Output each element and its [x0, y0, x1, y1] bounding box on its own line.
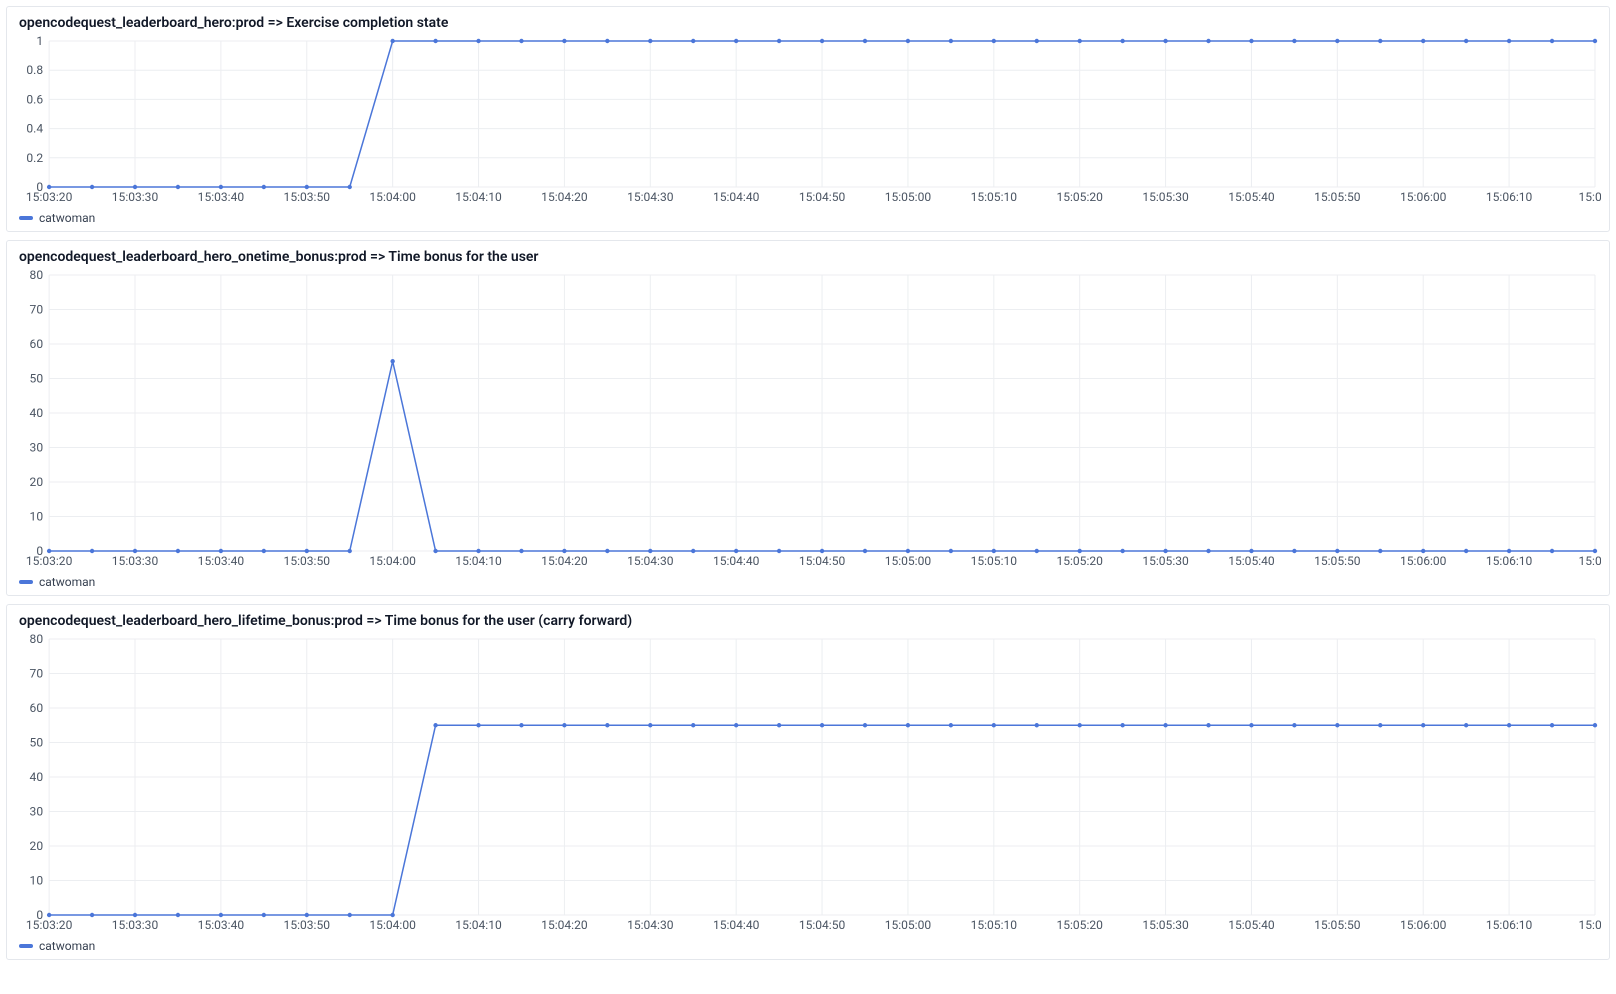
svg-text:15:03:30: 15:03:30 — [112, 918, 159, 932]
svg-text:15:05:20: 15:05:20 — [1056, 190, 1103, 204]
svg-text:15:04:30: 15:04:30 — [627, 918, 674, 932]
svg-text:30: 30 — [30, 805, 44, 819]
svg-text:15:04:50: 15:04:50 — [799, 554, 846, 568]
svg-text:15:04:00: 15:04:00 — [369, 554, 416, 568]
svg-text:15:05:40: 15:05:40 — [1228, 918, 1275, 932]
svg-text:70: 70 — [30, 303, 44, 317]
legend[interactable]: catwoman — [15, 937, 1601, 955]
svg-text:15:04:00: 15:04:00 — [369, 918, 416, 932]
svg-text:30: 30 — [30, 441, 44, 455]
panel-title: opencodequest_leaderboard_hero:prod => E… — [15, 13, 1601, 35]
svg-text:15:05:50: 15:05:50 — [1314, 190, 1361, 204]
svg-text:0.2: 0.2 — [26, 151, 43, 165]
legend-swatch-icon — [19, 216, 33, 220]
svg-text:40: 40 — [30, 770, 44, 784]
svg-text:15:05:50: 15:05:50 — [1314, 918, 1361, 932]
panel-lifetime[interactable]: opencodequest_leaderboard_hero_lifetime_… — [6, 604, 1610, 960]
svg-text:20: 20 — [30, 475, 44, 489]
svg-text:15:04:40: 15:04:40 — [713, 918, 760, 932]
svg-text:80: 80 — [30, 633, 44, 646]
svg-text:15:04:20: 15:04:20 — [541, 554, 588, 568]
svg-text:15:03:50: 15:03:50 — [284, 554, 331, 568]
legend[interactable]: catwoman — [15, 209, 1601, 227]
svg-text:15:06:10: 15:06:10 — [1486, 190, 1533, 204]
svg-text:50: 50 — [30, 736, 44, 750]
svg-text:15:04:30: 15:04:30 — [627, 554, 674, 568]
svg-text:15:06:: 15:06: — [1579, 918, 1601, 932]
svg-text:15:04:40: 15:04:40 — [713, 190, 760, 204]
svg-text:15:05:20: 15:05:20 — [1056, 918, 1103, 932]
panel-hero[interactable]: opencodequest_leaderboard_hero:prod => E… — [6, 6, 1610, 232]
panel-title: opencodequest_leaderboard_hero_onetime_b… — [15, 247, 1601, 269]
svg-text:15:03:30: 15:03:30 — [112, 554, 159, 568]
svg-text:15:06:10: 15:06:10 — [1486, 554, 1533, 568]
svg-text:15:03:20: 15:03:20 — [26, 190, 73, 204]
svg-text:15:05:50: 15:05:50 — [1314, 554, 1361, 568]
svg-text:15:06:: 15:06: — [1579, 554, 1601, 568]
dashboard: opencodequest_leaderboard_hero:prod => E… — [0, 0, 1616, 966]
svg-text:20: 20 — [30, 839, 44, 853]
legend[interactable]: catwoman — [15, 573, 1601, 591]
svg-text:15:03:40: 15:03:40 — [198, 918, 245, 932]
svg-text:10: 10 — [30, 874, 44, 888]
svg-text:15:04:20: 15:04:20 — [541, 918, 588, 932]
svg-text:0.8: 0.8 — [26, 63, 43, 77]
svg-text:15:05:30: 15:05:30 — [1142, 918, 1189, 932]
svg-text:15:03:20: 15:03:20 — [26, 554, 73, 568]
legend-label: catwoman — [39, 575, 95, 589]
svg-text:15:03:40: 15:03:40 — [198, 190, 245, 204]
svg-text:15:05:40: 15:05:40 — [1228, 554, 1275, 568]
legend-label: catwoman — [39, 939, 95, 953]
svg-text:60: 60 — [30, 701, 44, 715]
svg-text:15:04:20: 15:04:20 — [541, 190, 588, 204]
legend-label: catwoman — [39, 211, 95, 225]
svg-text:15:04:30: 15:04:30 — [627, 190, 674, 204]
svg-text:15:05:10: 15:05:10 — [971, 190, 1018, 204]
panel-onetime[interactable]: opencodequest_leaderboard_hero_onetime_b… — [6, 240, 1610, 596]
legend-swatch-icon — [19, 944, 33, 948]
svg-text:10: 10 — [30, 510, 44, 524]
svg-text:70: 70 — [30, 667, 44, 681]
svg-text:15:04:50: 15:04:50 — [799, 918, 846, 932]
svg-text:15:06:10: 15:06:10 — [1486, 918, 1533, 932]
legend-swatch-icon — [19, 580, 33, 584]
svg-text:15:04:00: 15:04:00 — [369, 190, 416, 204]
svg-text:15:05:10: 15:05:10 — [971, 918, 1018, 932]
svg-text:15:05:00: 15:05:00 — [885, 918, 932, 932]
svg-text:15:03:50: 15:03:50 — [284, 190, 331, 204]
chart-area[interactable]: 00.20.40.60.8115:03:2015:03:3015:03:4015… — [15, 35, 1601, 209]
svg-text:15:03:50: 15:03:50 — [284, 918, 331, 932]
svg-text:40: 40 — [30, 406, 44, 420]
svg-text:15:04:10: 15:04:10 — [455, 554, 502, 568]
svg-text:15:06:00: 15:06:00 — [1400, 190, 1447, 204]
chart-area[interactable]: 0102030405060708015:03:2015:03:3015:03:4… — [15, 633, 1601, 937]
svg-text:15:06:00: 15:06:00 — [1400, 918, 1447, 932]
svg-text:80: 80 — [30, 269, 44, 282]
svg-text:50: 50 — [30, 372, 44, 386]
svg-text:15:05:40: 15:05:40 — [1228, 190, 1275, 204]
svg-text:1: 1 — [36, 35, 43, 48]
svg-text:0.6: 0.6 — [26, 92, 43, 106]
svg-text:15:05:00: 15:05:00 — [885, 554, 932, 568]
svg-text:15:04:40: 15:04:40 — [713, 554, 760, 568]
svg-text:15:05:00: 15:05:00 — [885, 190, 932, 204]
svg-text:60: 60 — [30, 337, 44, 351]
svg-text:15:04:10: 15:04:10 — [455, 918, 502, 932]
svg-text:15:05:20: 15:05:20 — [1056, 554, 1103, 568]
panel-title: opencodequest_leaderboard_hero_lifetime_… — [15, 611, 1601, 633]
svg-text:15:05:10: 15:05:10 — [971, 554, 1018, 568]
svg-text:0.4: 0.4 — [26, 122, 43, 136]
svg-text:15:04:10: 15:04:10 — [455, 190, 502, 204]
chart-area[interactable]: 0102030405060708015:03:2015:03:3015:03:4… — [15, 269, 1601, 573]
svg-text:15:03:30: 15:03:30 — [112, 190, 159, 204]
svg-text:15:05:30: 15:05:30 — [1142, 554, 1189, 568]
svg-text:15:06:00: 15:06:00 — [1400, 554, 1447, 568]
svg-text:15:06:: 15:06: — [1579, 190, 1601, 204]
svg-text:15:05:30: 15:05:30 — [1142, 190, 1189, 204]
svg-text:15:03:20: 15:03:20 — [26, 918, 73, 932]
svg-text:15:04:50: 15:04:50 — [799, 190, 846, 204]
svg-text:15:03:40: 15:03:40 — [198, 554, 245, 568]
